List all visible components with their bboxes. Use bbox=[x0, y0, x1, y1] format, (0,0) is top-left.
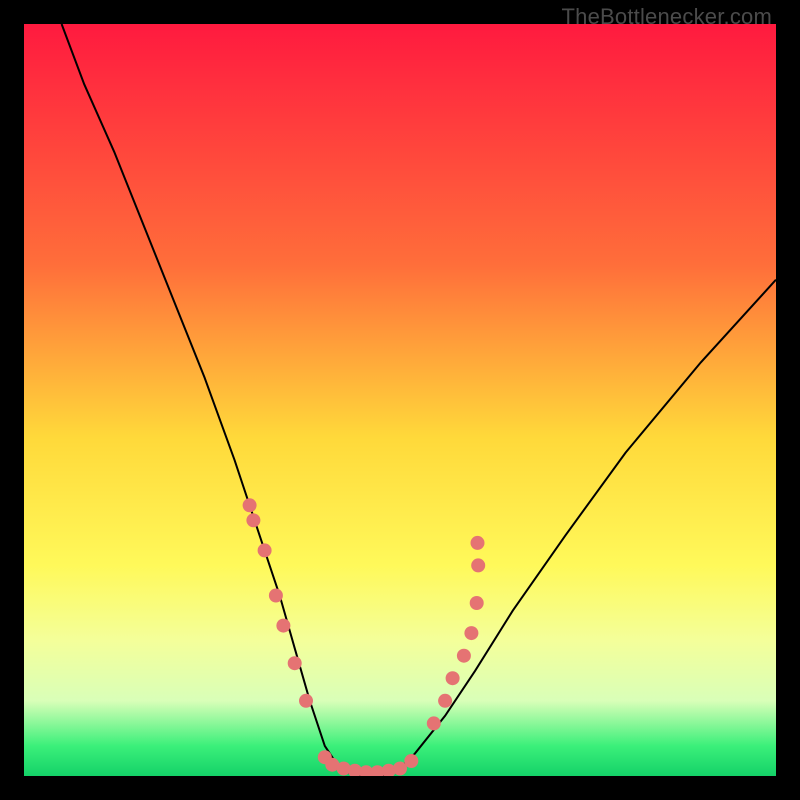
sample-point bbox=[243, 498, 257, 512]
sample-point bbox=[464, 626, 478, 640]
sample-point bbox=[446, 671, 460, 685]
sample-point bbox=[471, 558, 485, 572]
gradient-background bbox=[24, 24, 776, 776]
sample-point bbox=[471, 536, 485, 550]
sample-point bbox=[457, 649, 471, 663]
sample-point bbox=[269, 589, 283, 603]
sample-point bbox=[438, 694, 452, 708]
sample-point bbox=[258, 543, 272, 557]
sample-point bbox=[427, 716, 441, 730]
sample-point bbox=[246, 513, 260, 527]
chart-frame bbox=[24, 24, 776, 776]
sample-point bbox=[288, 656, 302, 670]
bottleneck-chart bbox=[24, 24, 776, 776]
watermark-text: TheBottlenecker.com bbox=[562, 4, 772, 30]
sample-point bbox=[404, 754, 418, 768]
sample-point bbox=[276, 619, 290, 633]
sample-point bbox=[299, 694, 313, 708]
sample-point bbox=[470, 596, 484, 610]
